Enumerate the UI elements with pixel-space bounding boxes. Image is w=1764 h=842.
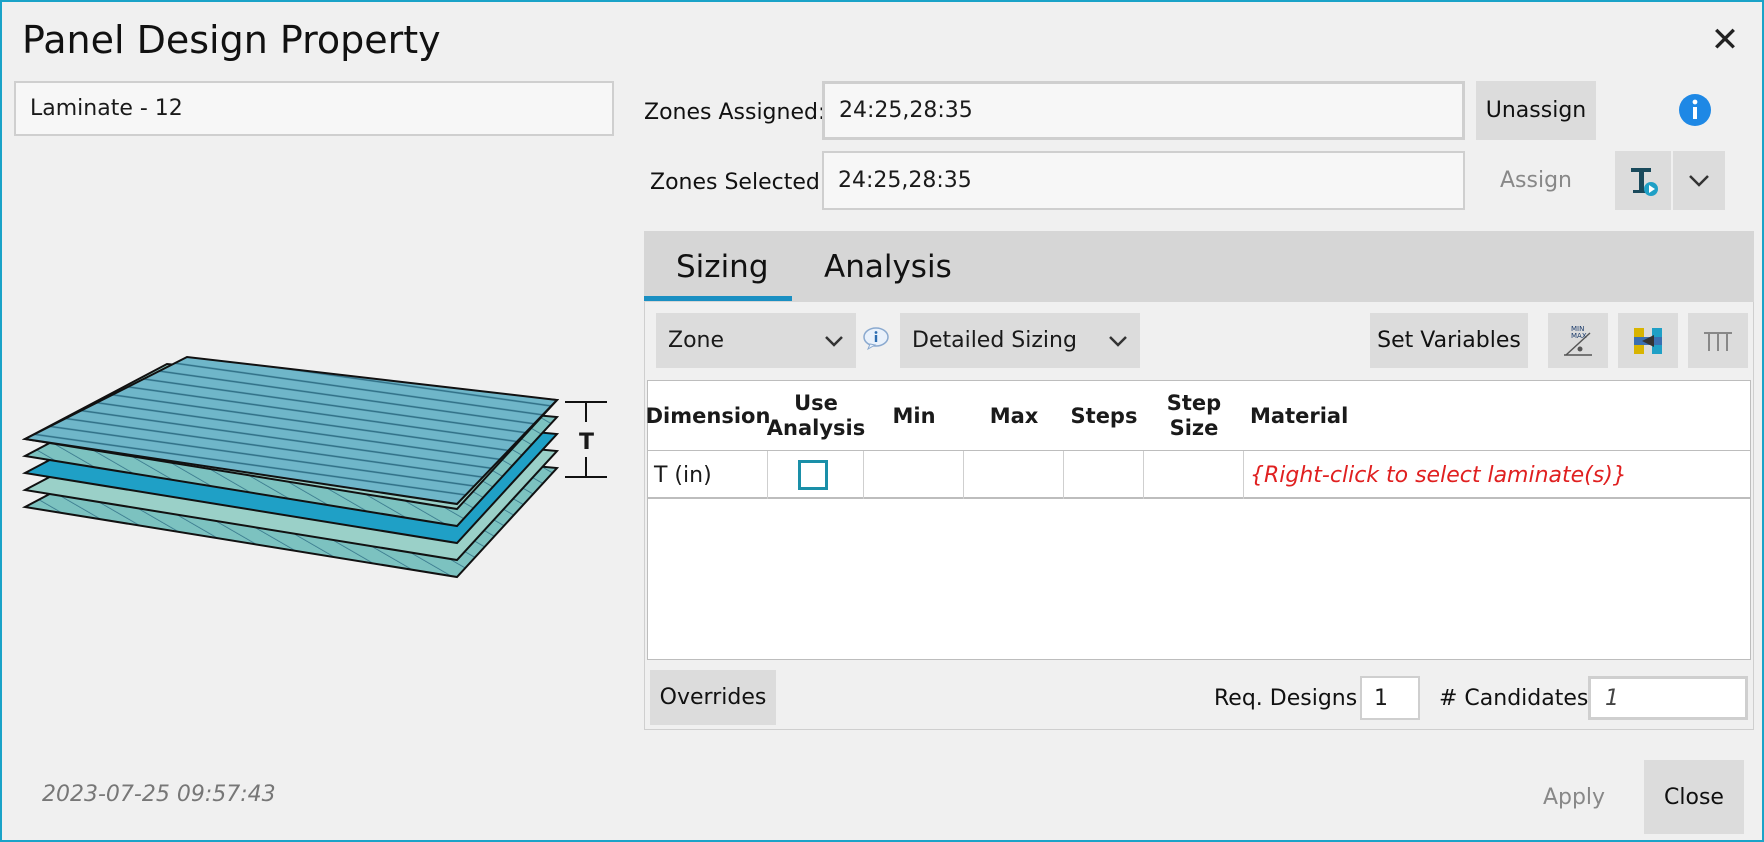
close-button[interactable]: Close bbox=[1644, 760, 1744, 834]
column-header-dimension: Dimension bbox=[645, 403, 771, 428]
apply-button[interactable]: Apply bbox=[1522, 760, 1626, 834]
column-header-min: Min bbox=[892, 403, 936, 428]
table-export-button[interactable] bbox=[1618, 313, 1678, 368]
zones-selected-value: 24:25,28:35 bbox=[838, 168, 972, 193]
sizing-mode-value: Detailed Sizing bbox=[912, 328, 1077, 353]
zones-assigned-value: 24:25,28:35 bbox=[839, 98, 973, 123]
use-analysis-checkbox[interactable] bbox=[798, 460, 828, 490]
column-header-material: Material bbox=[1250, 403, 1349, 428]
columns-icon bbox=[1704, 331, 1732, 351]
tab-bar bbox=[644, 231, 1754, 303]
assign-button[interactable]: Assign bbox=[1476, 151, 1596, 210]
row-cell-steps[interactable] bbox=[1064, 451, 1144, 499]
row-cell-material[interactable]: {Right-click to select laminate(s)} bbox=[1250, 463, 1627, 488]
candidates-field[interactable]: 1 bbox=[1588, 676, 1748, 720]
thickness-label: T bbox=[579, 430, 595, 455]
candidates-label: # Candidates bbox=[1439, 686, 1589, 711]
column-header-step-size-line2: Size bbox=[1169, 416, 1219, 440]
laminate-name-value: Laminate - 12 bbox=[30, 96, 183, 121]
tab-sizing[interactable]: Sizing bbox=[676, 249, 769, 285]
column-header-step-size-line1: Step bbox=[1166, 391, 1222, 415]
unassign-button[interactable]: Unassign bbox=[1476, 81, 1596, 140]
dialog-title: Panel Design Property bbox=[22, 18, 441, 62]
chevron-down-icon bbox=[1109, 335, 1127, 347]
zones-selected-field[interactable]: 24:25,28:35 bbox=[822, 151, 1465, 210]
chevron-down-icon[interactable] bbox=[1673, 151, 1725, 210]
zones-assigned-field[interactable]: 24:25,28:35 bbox=[822, 81, 1465, 140]
sizing-mode-dropdown[interactable]: Detailed Sizing bbox=[900, 313, 1140, 368]
text-cursor-play-icon bbox=[1631, 167, 1658, 196]
text-tool-button[interactable] bbox=[1615, 151, 1671, 210]
column-header-use-analysis-line1: Use bbox=[794, 391, 838, 415]
req-designs-label: Req. Designs bbox=[1214, 686, 1358, 711]
timestamp: 2023-07-25 09:57:43 bbox=[42, 782, 276, 807]
scope-dropdown-value: Zone bbox=[668, 328, 725, 353]
row-cell-max[interactable] bbox=[964, 451, 1064, 499]
scope-dropdown[interactable]: Zone bbox=[656, 313, 856, 368]
column-header-step-size: Step Size bbox=[1144, 382, 1244, 450]
columns-button[interactable] bbox=[1688, 313, 1748, 368]
info-bubble-icon[interactable] bbox=[862, 326, 890, 350]
active-tab-indicator bbox=[644, 296, 792, 301]
column-header-steps: Steps bbox=[1070, 403, 1138, 428]
row-cell-dimension: T (in) bbox=[654, 463, 712, 488]
req-designs-value: 1 bbox=[1374, 685, 1388, 711]
row-cell-min[interactable] bbox=[864, 451, 964, 499]
info-icon[interactable] bbox=[1678, 93, 1712, 127]
candidates-value: 1 bbox=[1605, 685, 1619, 711]
close-icon[interactable]: ✕ bbox=[1702, 20, 1748, 60]
laminate-name-field[interactable]: Laminate - 12 bbox=[14, 81, 614, 136]
min-max-button[interactable]: MIN MAX bbox=[1548, 313, 1608, 368]
tab-analysis[interactable]: Analysis bbox=[824, 249, 952, 285]
laminate-stack-diagram bbox=[21, 355, 607, 579]
zones-assigned-label: Zones Assigned: bbox=[644, 100, 826, 125]
row-cell-step-size[interactable] bbox=[1144, 451, 1244, 499]
min-max-icon: MIN MAX bbox=[1564, 325, 1592, 356]
chevron-down-icon bbox=[825, 335, 843, 347]
column-header-use-analysis-line2: Analysis bbox=[766, 416, 866, 440]
column-header-use-analysis: Use Analysis bbox=[766, 382, 866, 450]
table-export-icon bbox=[1634, 327, 1662, 354]
req-designs-field[interactable]: 1 bbox=[1360, 676, 1420, 720]
overrides-button[interactable]: Overrides bbox=[650, 670, 776, 725]
panel-design-property-dialog: Panel Design Property ✕ Laminate - 12 T … bbox=[0, 0, 1764, 842]
column-header-max: Max bbox=[989, 403, 1039, 428]
zones-selected-label: Zones Selected: bbox=[650, 170, 828, 195]
set-variables-button[interactable]: Set Variables bbox=[1370, 313, 1528, 368]
